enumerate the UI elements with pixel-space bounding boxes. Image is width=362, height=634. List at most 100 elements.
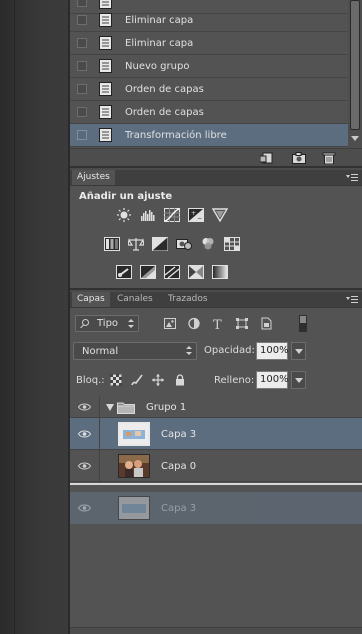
- delete-icon[interactable]: [322, 152, 336, 164]
- new-snapshot-icon[interactable]: [292, 152, 306, 164]
- fill-dropdown-button[interactable]: [291, 371, 306, 389]
- panel-menu-icon[interactable]: [346, 173, 358, 182]
- history-item[interactable]: Eliminar capa: [70, 9, 348, 32]
- panel-divider[interactable]: [70, 288, 362, 290]
- new-document-from-state-icon[interactable]: [260, 152, 274, 164]
- photo-filter-icon[interactable]: [176, 237, 192, 251]
- black-white-icon[interactable]: [152, 237, 168, 251]
- color-balance-icon[interactable]: [128, 237, 144, 251]
- blend-mode-select[interactable]: Normal: [73, 342, 197, 360]
- history-item-active[interactable]: Transformación libre: [70, 124, 348, 147]
- panel-menu-icon[interactable]: [346, 295, 358, 304]
- history-scrollbar[interactable]: [348, 0, 362, 148]
- history-item-label: Eliminar capa: [125, 14, 194, 26]
- layer-filter-value: Tipo: [97, 318, 119, 329]
- updown-arrows-icon: [128, 319, 134, 328]
- history-item[interactable]: Nuevo grupo: [70, 55, 348, 78]
- exposure-icon[interactable]: +−: [188, 208, 204, 222]
- layer-row-selected[interactable]: Capa 3: [70, 418, 362, 450]
- fill-input[interactable]: 100%: [256, 371, 289, 389]
- layer-filter-select[interactable]: Tipo: [75, 315, 139, 332]
- history-footer: [70, 148, 362, 167]
- snapshot-source-checkbox[interactable]: [77, 15, 87, 25]
- eye-icon[interactable]: [78, 403, 91, 411]
- svg-text:T: T: [213, 318, 222, 330]
- history-item-label: Orden de capas: [125, 83, 204, 95]
- history-state-icon: [99, 105, 112, 119]
- filter-toggle-switch[interactable]: [299, 315, 307, 332]
- layer-name: Capa 0: [161, 461, 197, 472]
- snapshot-source-checkbox[interactable]: [77, 61, 87, 71]
- opacity-dropdown-button[interactable]: [291, 342, 306, 360]
- tab-canales[interactable]: Canales: [112, 292, 158, 307]
- layer-thumbnail: [118, 422, 150, 446]
- fill-label: Relleno:: [214, 375, 255, 386]
- layer-name: Capa 3: [161, 429, 197, 440]
- opacity-label: Opacidad:: [204, 345, 255, 356]
- panel-divider[interactable]: [70, 166, 362, 168]
- snapshot-source-checkbox[interactable]: [77, 38, 87, 48]
- adjustments-title: Añadir un ajuste: [79, 191, 173, 202]
- lock-image-icon[interactable]: [131, 374, 143, 386]
- channel-mixer-icon[interactable]: [200, 237, 216, 251]
- lock-position-icon[interactable]: [152, 374, 164, 386]
- lock-label: Bloq.:: [76, 375, 105, 386]
- tab-ajustes[interactable]: Ajustes: [72, 170, 115, 185]
- eye-icon[interactable]: [78, 430, 91, 438]
- curves-icon[interactable]: [164, 208, 180, 222]
- selective-color-icon[interactable]: [188, 265, 204, 279]
- layer-row-group[interactable]: Grupo 1: [70, 396, 362, 418]
- eye-icon[interactable]: [78, 462, 91, 470]
- history-item[interactable]: Orden de capas: [70, 78, 348, 101]
- invert-icon[interactable]: [116, 265, 132, 279]
- lock-all-icon[interactable]: [174, 374, 186, 386]
- visibility-cell[interactable]: [70, 450, 100, 481]
- snapshot-source-checkbox[interactable]: [77, 0, 87, 7]
- tab-trazados[interactable]: Trazados: [163, 292, 213, 307]
- blend-mode-value: Normal: [82, 346, 119, 357]
- scroll-down-arrow-icon[interactable]: [351, 136, 359, 141]
- history-list: Eliminar capa Eliminar capa Nuevo grupo …: [70, 0, 348, 148]
- history-state-icon: [99, 82, 112, 96]
- adjustments-tabbar: Ajustes: [70, 170, 362, 186]
- brightness-contrast-icon[interactable]: [116, 208, 132, 222]
- scrollbar-thumb[interactable]: [350, 0, 360, 130]
- history-item[interactable]: Orden de capas: [70, 101, 348, 124]
- layer-row[interactable]: Capa 0: [70, 450, 362, 482]
- adjustment-filter-icon[interactable]: [187, 317, 201, 330]
- gradient-map-icon[interactable]: [212, 265, 228, 279]
- lock-transparency-icon[interactable]: [110, 374, 122, 386]
- color-lookup-icon[interactable]: [224, 237, 240, 251]
- svg-text:−: −: [197, 215, 202, 222]
- vibrance-icon[interactable]: [212, 208, 228, 222]
- levels-icon[interactable]: [140, 208, 156, 222]
- history-item-label: Nuevo grupo: [125, 60, 190, 72]
- layers-panel: Capas Canales Trazados Tipo T Normal Opa…: [70, 292, 362, 634]
- snapshot-source-checkbox[interactable]: [77, 84, 87, 94]
- pixel-filter-icon[interactable]: [163, 317, 177, 330]
- search-icon: [82, 319, 89, 326]
- snapshot-source-checkbox[interactable]: [77, 107, 87, 117]
- history-state-icon: [99, 13, 112, 27]
- drop-indicator: [70, 483, 362, 485]
- shape-filter-icon[interactable]: [235, 317, 249, 330]
- history-item-label: Transformación libre: [125, 129, 227, 141]
- history-item[interactable]: Eliminar capa: [70, 32, 348, 55]
- tab-capas[interactable]: Capas: [72, 292, 110, 307]
- collapse-triangle-icon[interactable]: [106, 404, 114, 411]
- layer-thumbnail: [118, 496, 150, 520]
- threshold-icon[interactable]: [164, 265, 180, 279]
- workspace-edge: [0, 0, 68, 634]
- snapshot-source-checkbox[interactable]: [77, 130, 87, 140]
- history-state-icon: [99, 36, 112, 50]
- dragged-layer-ghost: Capa 3: [70, 492, 362, 524]
- posterize-icon[interactable]: [140, 265, 156, 279]
- hue-saturation-icon[interactable]: [104, 237, 120, 251]
- history-state-icon: [99, 128, 112, 142]
- layer-name: Grupo 1: [146, 402, 187, 413]
- opacity-input[interactable]: 100%: [256, 342, 289, 360]
- smart-object-filter-icon[interactable]: [259, 317, 273, 330]
- visibility-cell[interactable]: [70, 418, 100, 449]
- type-filter-icon[interactable]: T: [211, 317, 225, 330]
- visibility-cell[interactable]: [70, 396, 100, 417]
